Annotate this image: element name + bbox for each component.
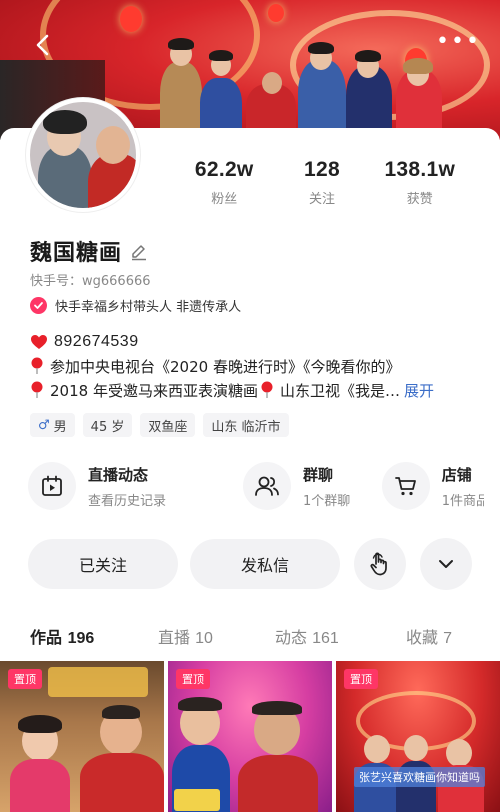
feature-subtitle: 查看历史记录	[88, 493, 167, 509]
avatar[interactable]	[26, 98, 140, 212]
kuaishou-id[interactable]: 快手号：wg666666	[30, 270, 151, 289]
pinned-badge: 置顶	[176, 669, 210, 689]
tab-live[interactable]: 直播 10	[158, 624, 213, 648]
bio-text: 参加中央电视台《2020 春晚进行时》《今晚看你的》	[50, 357, 401, 376]
stat-label: 粉丝	[211, 192, 238, 207]
tab-label: 作品	[30, 628, 63, 647]
red-pin-icon	[31, 381, 43, 398]
certification-text: 快手幸福乡村带头人 非遗传承人	[55, 300, 242, 315]
tag-location: 山东 临沂市	[203, 413, 289, 437]
stat-value: 138.1w	[384, 158, 456, 181]
send-message-button[interactable]: 发私信	[190, 539, 340, 589]
tab-count: 10	[195, 630, 213, 647]
stat-label: 获赞	[406, 192, 433, 207]
red-pin-icon	[31, 357, 43, 374]
feature-title: 群聊	[302, 465, 333, 484]
expand-button[interactable]	[420, 538, 472, 590]
chevron-down-icon	[439, 560, 453, 568]
stat-value: 128	[304, 158, 340, 181]
post-thumbnail[interactable]: 置顶	[0, 661, 164, 812]
post-grid: 置顶 置顶 置顶 张艺兴喜欢糖画你知道吗	[0, 661, 500, 812]
pinned-badge: 置顶	[8, 669, 42, 689]
name-row: 魏国糖画	[30, 235, 148, 267]
male-icon: ♂	[38, 417, 50, 433]
stat-likes[interactable]: 138.1w 获赞	[368, 158, 472, 208]
tab-count: 161	[312, 630, 339, 647]
stat-followers[interactable]: 62.2w 粉丝	[172, 158, 276, 208]
hand-point-icon	[370, 552, 387, 576]
tab-count: 7	[443, 630, 453, 647]
post-thumbnail[interactable]: 置顶	[168, 661, 332, 812]
bio-line: 参加中央电视台《2020 春晚进行时》《今晚看你的》	[30, 354, 480, 378]
bio-text: 2018 年受邀马来西亚表演糖画	[50, 381, 258, 400]
tab-label: 收藏	[406, 628, 439, 647]
tag-gender: ♂ 男	[30, 413, 75, 437]
profile-name: 魏国糖画	[30, 241, 123, 266]
bio-line: 892674539	[30, 330, 480, 354]
verified-check-icon	[30, 297, 47, 314]
profile-tags: ♂ 男 45 岁 双鱼座 山东 临沂市	[30, 413, 297, 437]
feature-live-history[interactable]: 直播动态 查看历史记录	[28, 458, 227, 514]
feature-title: 店铺	[441, 465, 472, 484]
tab-favorites[interactable]: 收藏 7	[406, 624, 452, 648]
post-thumbnail[interactable]: 置顶 张艺兴喜欢糖画你知道吗	[336, 661, 500, 812]
group-icon	[242, 462, 291, 510]
tab-moments[interactable]: 动态 161	[275, 624, 339, 648]
pinned-badge: 置顶	[344, 669, 378, 689]
feature-title: 直播动态	[88, 465, 149, 484]
stat-label: 关注	[309, 192, 336, 207]
back-arrow-icon[interactable]	[30, 32, 56, 58]
tab-label: 直播	[158, 628, 191, 647]
tag-age: 45 岁	[82, 413, 133, 437]
feature-group-chat[interactable]: 群聊 1个群聊	[242, 458, 366, 514]
certification-row: 快手幸福乡村带头人 非遗传承人	[30, 296, 241, 315]
stat-following[interactable]: 128 关注	[276, 158, 367, 208]
content-tabs: 作品 196 直播 10 动态 161 收藏 7	[0, 624, 500, 654]
action-row: 已关注 发私信	[28, 538, 480, 590]
calendar-icon	[28, 462, 76, 510]
bio: 892674539 参加中央电视台《2020 春晚进行时》《今晚看你的》 201…	[30, 330, 480, 402]
edit-pencil-icon[interactable]	[130, 243, 148, 261]
tab-count: 196	[67, 630, 95, 647]
profile-stats: 62.2w 粉丝 128 关注 138.1w 获赞	[172, 158, 472, 208]
tag-zodiac: 双鱼座	[140, 413, 196, 437]
feature-subtitle: 1件商品	[441, 493, 484, 509]
feature-subtitle: 1个群聊	[302, 493, 351, 509]
bio-phone: 892674539	[54, 333, 139, 350]
followed-button[interactable]: 已关注	[28, 539, 178, 589]
bio-line: 2018 年受邀马来西亚表演糖画 山东卫视《我是… 展开	[30, 378, 480, 402]
heart-icon	[31, 335, 47, 349]
feature-shop[interactable]: 店铺 1件商品	[381, 458, 484, 514]
bio-text: 山东卫视《我是…	[279, 381, 400, 400]
red-pin-icon	[261, 381, 273, 398]
hand-point-button[interactable]	[354, 538, 406, 590]
cart-icon	[381, 462, 430, 510]
tag-text: 男	[53, 419, 67, 435]
feature-row: 直播动态 查看历史记录 群聊 1个群聊 店铺 1件商品	[28, 458, 500, 514]
more-options-icon[interactable]: •••	[436, 31, 479, 56]
tab-works[interactable]: 作品 196	[30, 624, 94, 648]
stat-value: 62.2w	[194, 158, 254, 181]
post-caption: 张艺兴喜欢糖画你知道吗	[354, 767, 485, 787]
tab-label: 动态	[275, 628, 308, 647]
bio-expand-link[interactable]: 展开	[404, 380, 434, 401]
